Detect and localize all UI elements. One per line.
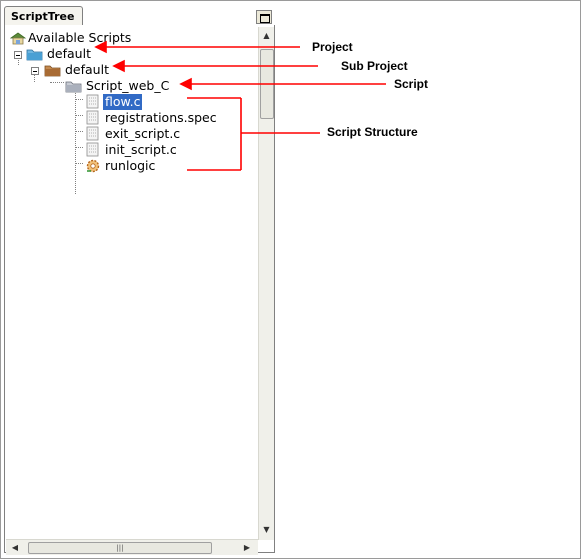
- file-label-runlogic: runlogic: [105, 158, 156, 173]
- script-tree: Available Scripts default default Script…: [6, 27, 258, 538]
- runlogic-gear-icon: [86, 159, 100, 173]
- maximize-icon: [260, 14, 270, 23]
- tree-connector: [75, 99, 83, 100]
- tree-connector: [50, 82, 64, 83]
- tree-connector: [75, 147, 83, 148]
- script-file-icon: [86, 142, 99, 157]
- tree-connector: [75, 131, 83, 132]
- tree-file-exit-script[interactable]: exit_script.c: [85, 126, 235, 142]
- blue-folder-icon: [26, 49, 43, 61]
- horizontal-scroll-thumb[interactable]: |||: [28, 542, 212, 554]
- tree-connector: [75, 163, 83, 164]
- project-label: default: [47, 46, 91, 61]
- file-label-init-script: init_script.c: [105, 142, 177, 157]
- annotation-project: Project: [312, 40, 353, 54]
- annotation-script: Script: [394, 77, 429, 91]
- subproject-label: default: [65, 62, 109, 77]
- file-label-flow: flow.c: [103, 94, 143, 110]
- brown-folder-icon: [44, 65, 61, 77]
- tree-node-project[interactable]: default: [26, 46, 126, 62]
- vertical-scrollbar[interactable]: ▲ ▼: [258, 27, 274, 540]
- annotation-sub-project: Sub Project: [341, 59, 408, 73]
- script-label: Script_web_C: [86, 78, 170, 93]
- gray-folder-icon: [65, 81, 82, 93]
- tab-script-tree[interactable]: ScriptTree: [4, 6, 83, 25]
- scroll-left-arrow-icon[interactable]: ◀: [8, 540, 22, 555]
- tree-connector: [75, 115, 83, 116]
- scroll-down-arrow-icon[interactable]: ▼: [259, 523, 274, 537]
- tree-node-subproject[interactable]: default: [44, 62, 144, 78]
- script-file-icon: [86, 94, 99, 109]
- tree-root[interactable]: Available Scripts: [10, 30, 210, 46]
- maximize-button[interactable]: [256, 10, 272, 24]
- file-label-exit-script: exit_script.c: [105, 126, 181, 141]
- tree-file-init-script[interactable]: init_script.c: [85, 142, 235, 158]
- tree-file-registrations[interactable]: registrations.spec: [85, 110, 235, 126]
- network-folder-icon: [10, 32, 26, 45]
- tree-node-script[interactable]: Script_web_C: [65, 78, 205, 94]
- horizontal-scrollbar[interactable]: ◀ ||| ▶: [6, 539, 258, 555]
- tree-file-runlogic[interactable]: runlogic: [85, 158, 235, 174]
- vertical-scroll-thumb[interactable]: [260, 49, 274, 119]
- tree-file-flow[interactable]: flow.c: [85, 94, 235, 110]
- annotation-script-structure: Script Structure: [327, 125, 418, 139]
- scroll-right-arrow-icon[interactable]: ▶: [240, 540, 254, 555]
- script-file-icon: [86, 110, 99, 125]
- script-tree-panel: ScriptTree Available Scripts default def…: [4, 6, 275, 555]
- script-file-icon: [86, 126, 99, 141]
- tree-root-label: Available Scripts: [28, 30, 132, 45]
- collapse-toggle[interactable]: [14, 51, 22, 59]
- file-label-registrations: registrations.spec: [105, 110, 217, 125]
- scroll-up-arrow-icon[interactable]: ▲: [259, 29, 274, 43]
- collapse-toggle[interactable]: [31, 67, 39, 75]
- tree-connector: [75, 91, 76, 194]
